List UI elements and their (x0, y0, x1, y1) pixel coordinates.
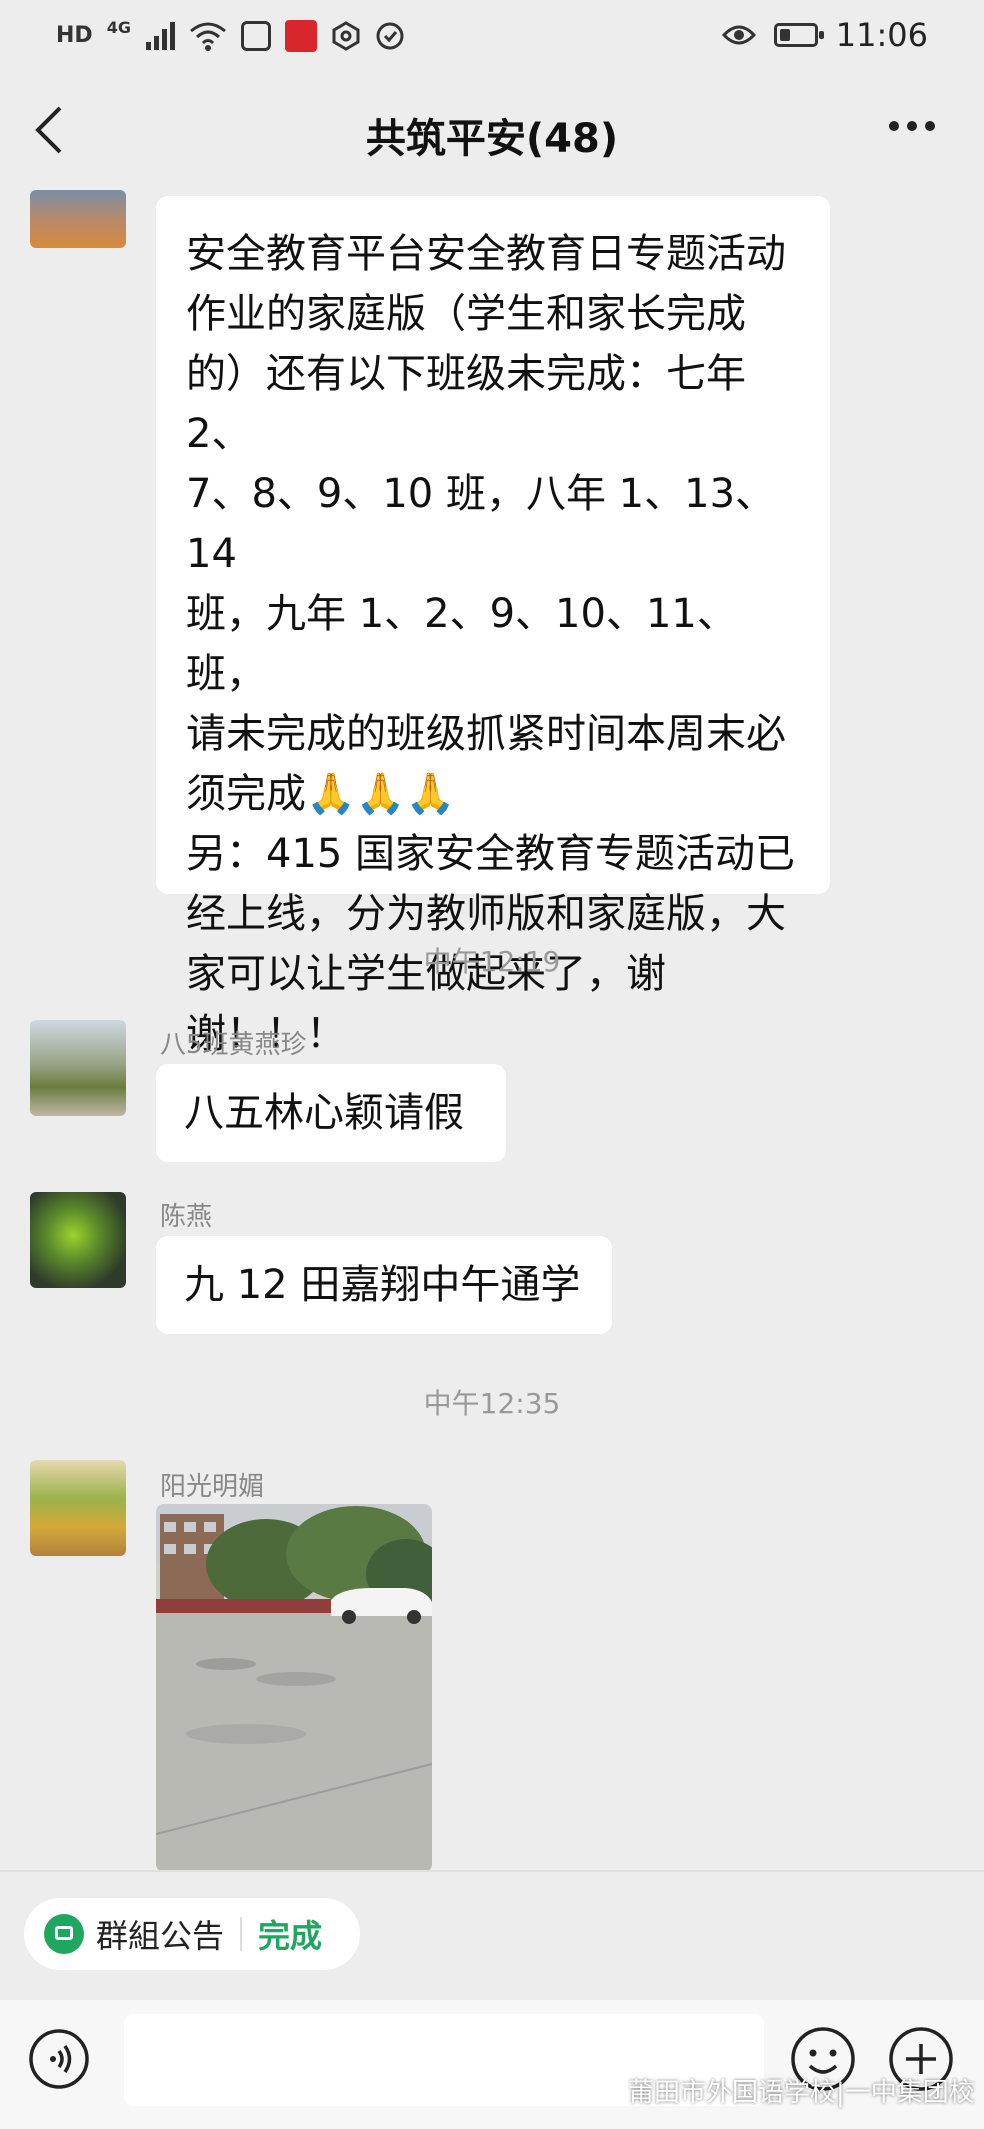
message-line: 另：415 国家安全教育专题活动已 (186, 831, 796, 877)
watermark: 莆田市外国语学校|一中集团校 (588, 2072, 975, 2109)
notice-icon (44, 1914, 84, 1954)
message-bubble[interactable]: 九 12 田嘉翔中午通学 (156, 1236, 612, 1334)
notice-status[interactable]: 完成 (258, 1911, 322, 1957)
message-line: 作业的家庭版（学生和家长完成 (186, 291, 746, 337)
message-icon (240, 21, 271, 51)
avatar[interactable] (30, 1020, 126, 1116)
shield-icon (376, 22, 404, 50)
message-text: 八五林心颖请假 (184, 1090, 464, 1136)
message-line: 请未完成的班级抓紧时间本周末必 (186, 711, 786, 757)
message-line: 班，九年 1、2、9、10、11、班， (186, 591, 737, 697)
wechat-icon (588, 2077, 618, 2103)
more-dots-icon[interactable] (888, 120, 936, 132)
status-bar: HD 4G 11:06 (0, 0, 984, 76)
timestamp: 中午12:19 (423, 945, 561, 978)
chat-header: 共筑平安(48) (0, 76, 984, 186)
clock: 11:06 (835, 16, 928, 54)
group-notice-pill[interactable]: 群組公告 完成 (24, 1898, 360, 1970)
timestamp: 中午12:35 (423, 1387, 561, 1420)
divider (0, 1870, 984, 1872)
message-line: 的）还有以下班级未完成：七年 2、 (186, 351, 746, 457)
input-bar (0, 2000, 984, 2129)
hd-icon: HD (56, 23, 93, 48)
4g-signal-icon: 4G (106, 18, 131, 37)
avatar[interactable] (30, 190, 126, 248)
page-title: 共筑平安(48) (365, 116, 619, 162)
message-line: 7、8、9、10 班，八年 1、13、14 (186, 471, 776, 577)
sender-name: 陈燕 (160, 1202, 213, 1232)
message-text: 九 12 田嘉翔中午通学 (184, 1262, 581, 1308)
message-line: 经上线，分为教师版和家庭版，大 (186, 891, 786, 937)
separator (240, 1917, 243, 1951)
battery-icon (773, 23, 824, 47)
sender-name: 八5班黄燕珍 (160, 1030, 307, 1060)
signal-bars-icon (145, 22, 175, 50)
avatar[interactable] (30, 1192, 126, 1288)
avatar[interactable] (30, 1460, 126, 1556)
message-bubble[interactable]: 安全教育平台安全教育日专题活动 作业的家庭版（学生和家长完成 的）还有以下班级未… (156, 196, 830, 1057)
settings-icon (332, 21, 360, 51)
message-line: 须完成🙏🙏🙏 (186, 771, 456, 817)
wifi-icon (190, 22, 226, 51)
notice-label: 群組公告 (96, 1917, 225, 1955)
voice-icon[interactable] (28, 2028, 90, 2090)
sender-name: 阳光明媚 (160, 1472, 265, 1502)
message-bubble[interactable]: 八五林心颖请假 (156, 1064, 506, 1162)
message-image[interactable] (156, 1504, 432, 1872)
news-app-icon (284, 20, 317, 52)
message-line: 安全教育平台安全教育日专题活动 (186, 231, 786, 277)
watermark-text: 莆田市外国语学校|一中集团校 (628, 2078, 975, 2108)
eye-icon (721, 25, 756, 45)
